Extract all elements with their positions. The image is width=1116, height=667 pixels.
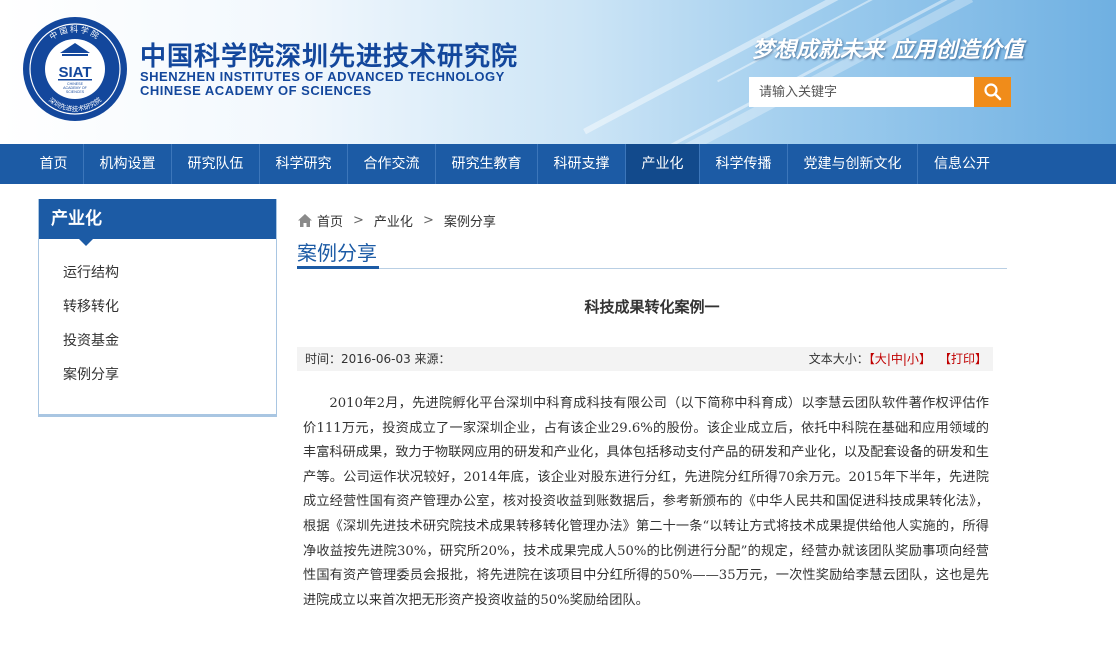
institute-name-cn: 中国科学院深圳先进技术研究院 — [140, 42, 519, 72]
sidebar: 产业化 运行结构 转移转化 投资基金 案例分享 — [38, 199, 277, 417]
article-body: 2010年2月，先进院孵化平台深圳中科育成科技有限公司（以下简称中科育成）以李慧… — [303, 396, 989, 608]
nav-item-cooperation[interactable]: 合作交流 — [348, 144, 436, 184]
page-title: 案例分享 — [297, 241, 377, 265]
breadcrumb-industrialization[interactable]: 产业化 — [374, 211, 413, 230]
nav-item-organization[interactable]: 机构设置 — [84, 144, 172, 184]
title-divider — [297, 268, 1007, 269]
search-icon — [983, 83, 1001, 101]
sidebar-title: 产业化 — [39, 199, 276, 246]
nav-item-research-support[interactable]: 科研支撑 — [538, 144, 626, 184]
font-size-large-link[interactable]: 大 — [875, 352, 887, 366]
nav-item-party-culture[interactable]: 党建与创新文化 — [788, 144, 918, 184]
article-meta-bar: 时间：2016-06-03 来源： 文本大小：【大|中|小】 【打印】 — [297, 347, 993, 371]
search-button[interactable] — [974, 77, 1011, 107]
breadcrumb-case-sharing[interactable]: 案例分享 — [444, 211, 496, 230]
logo-text: SIAT — [58, 64, 91, 81]
nav-item-science-communication[interactable]: 科学传播 — [700, 144, 788, 184]
main-nav: 首页 机构设置 研究队伍 科学研究 合作交流 研究生教育 科研支撑 产业化 科学… — [0, 144, 1116, 184]
nav-item-research-team[interactable]: 研究队伍 — [172, 144, 260, 184]
nav-item-home[interactable]: 首页 — [24, 144, 84, 184]
search-box — [749, 77, 1011, 107]
nav-item-industrialization[interactable]: 产业化 — [626, 144, 700, 184]
print-link[interactable]: 【打印】 — [945, 352, 987, 366]
breadcrumb-separator: > — [422, 212, 434, 228]
search-input[interactable] — [749, 77, 974, 107]
siat-logo[interactable]: 中国科学院 深圳先进技术研究院 SIAT CHINESE ACADEMY OF … — [22, 16, 128, 122]
font-size-bracket: 】 — [918, 352, 931, 366]
institute-name-en-line1: SHENZHEN INSTITUTES OF ADVANCED TECHNOLO… — [140, 69, 505, 84]
nav-item-research[interactable]: 科学研究 — [260, 144, 348, 184]
logo-small-text-3: SCIENCES — [66, 90, 85, 94]
article-meta-tools: 文本大小：【大|中|小】 【打印】 — [809, 347, 987, 371]
sidebar-item-operation-structure[interactable]: 运行结构 — [39, 256, 276, 290]
home-icon — [298, 213, 312, 227]
sidebar-item-investment-fund[interactable]: 投资基金 — [39, 324, 276, 358]
font-size-label: 文本大小： — [808, 352, 869, 366]
article-meta-time: 时间：2016-06-03 来源： — [305, 352, 451, 366]
print-label[interactable]: 打印 — [951, 352, 975, 366]
nav-item-graduate-education[interactable]: 研究生教育 — [436, 144, 538, 184]
institute-name-en-line2: CHINESE ACADEMY OF SCIENCES — [140, 83, 372, 98]
nav-list: 首页 机构设置 研究队伍 科学研究 合作交流 研究生教育 科研支撑 产业化 科学… — [24, 144, 1006, 184]
font-size-small-link[interactable]: 小 — [907, 352, 919, 366]
sidebar-item-case-sharing[interactable]: 案例分享 — [39, 358, 276, 392]
sidebar-item-technology-transfer[interactable]: 转移转化 — [39, 290, 276, 324]
title-underline — [297, 266, 379, 269]
slogan: 梦想成就未来 应用创造价值 — [752, 37, 1024, 63]
site-header: 中国科学院 深圳先进技术研究院 SIAT CHINESE ACADEMY OF … — [0, 0, 1116, 144]
institute-name-en: SHENZHEN INSTITUTES OF ADVANCED TECHNOLO… — [140, 70, 505, 98]
breadcrumb-home[interactable]: 首页 — [317, 211, 343, 230]
sidebar-list: 运行结构 转移转化 投资基金 案例分享 — [39, 239, 276, 392]
article-title: 科技成果转化案例一 — [584, 298, 720, 316]
nav-item-information-disclosure[interactable]: 信息公开 — [918, 144, 1006, 184]
breadcrumb-separator: > — [353, 212, 364, 228]
breadcrumb: 首页 > 产业化 > 案例分享 — [297, 210, 496, 230]
font-size-medium-link[interactable]: 中 — [891, 352, 903, 366]
